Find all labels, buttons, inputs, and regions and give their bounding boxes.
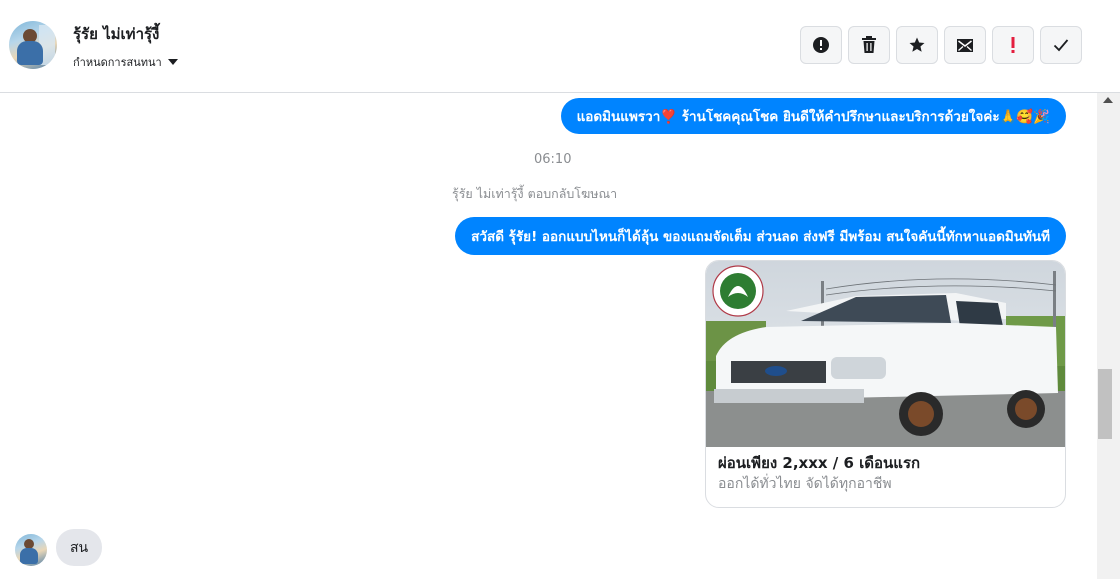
alert-circle-icon [813, 37, 829, 53]
star-button[interactable] [896, 26, 938, 64]
conversation-toolbar [800, 26, 1082, 64]
mark-unread-icon [957, 39, 973, 52]
scrollbar[interactable] [1097, 93, 1120, 579]
mark-spam-button[interactable] [800, 26, 842, 64]
caret-down-icon [167, 59, 178, 65]
assign-conversation-label: กำหนดการสนทนา [73, 56, 162, 69]
check-icon [1053, 39, 1069, 52]
follow-up-button[interactable] [992, 26, 1034, 64]
exclamation-icon [1011, 37, 1015, 53]
outgoing-message[interactable]: สวัสดี รุ้รัย! ออกแบบไหนก็ได้ลุ้น ของแถม… [455, 217, 1066, 255]
contact-avatar-small [15, 534, 47, 566]
ad-card-title: ผ่อนเพียง 2,xxx / 6 เดือนแรก [718, 454, 921, 472]
contact-name[interactable]: รุ้รัย ไม่เท่ารุ้งี้ [73, 22, 159, 46]
outgoing-message[interactable]: แอดมินแพรวา❣️ ร้านโชคคุณโชค ยินดีให้คำปร… [560, 98, 1066, 134]
message-thread: แอดมินแพรวา❣️ ร้านโชคคุณโชค ยินดีให้คำปร… [0, 93, 1097, 579]
conversation-header: รุ้รัย ไม่เท่ารุ้งี้ กำหนดการสนทนา [0, 0, 1120, 93]
delete-button[interactable] [848, 26, 890, 64]
mark-unread-button[interactable] [944, 26, 986, 64]
pickup-truck-image [706, 261, 1065, 447]
star-icon [909, 37, 925, 52]
mark-done-button[interactable] [1040, 26, 1082, 64]
assign-conversation-dropdown[interactable]: กำหนดการสนทนา [73, 53, 178, 71]
trash-icon [862, 36, 876, 53]
ad-card[interactable]: ผ่อนเพียง 2,xxx / 6 เดือนแรก ออกได้ทั่วไ… [705, 260, 1066, 508]
scrollbar-thumb[interactable] [1098, 369, 1112, 439]
scroll-up-arrow-icon[interactable] [1103, 97, 1113, 103]
message-timestamp: 06:10 [534, 152, 572, 167]
ad-reply-system-note: รุ้รัย ไม่เท่ารุ้งี้ ตอบกลับโฆษณา [452, 186, 618, 201]
contact-avatar[interactable] [9, 21, 57, 69]
ad-card-subtitle: ออกได้ทั่วไทย จัดได้ทุกอาชีพ [718, 476, 892, 492]
incoming-message[interactable]: สน [56, 529, 103, 566]
